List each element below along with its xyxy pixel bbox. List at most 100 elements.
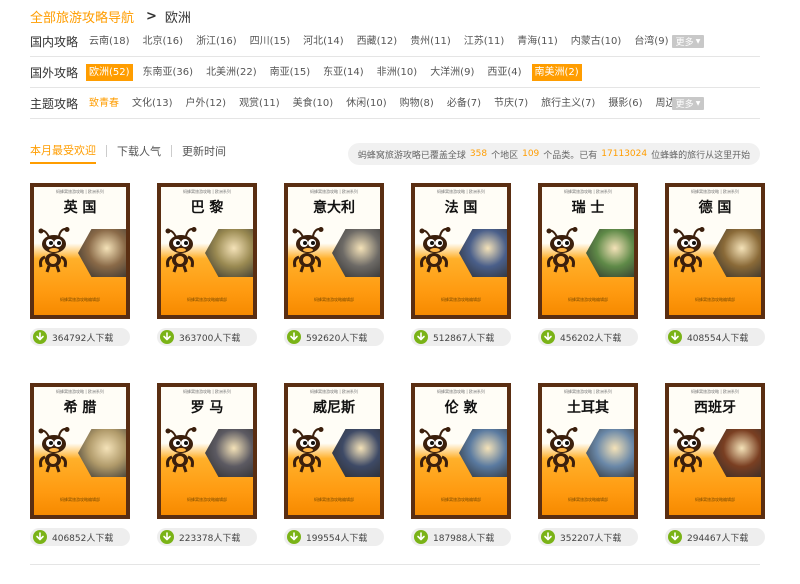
- filter-item[interactable]: 文化(13): [129, 95, 176, 112]
- stats-regions: 358: [469, 149, 488, 159]
- cover-series-label: 蚂蜂窝旅游攻略 | 欧洲系列: [183, 389, 231, 394]
- sort-tabs: 本月最受欢迎 下载人气 更新时间: [30, 142, 226, 164]
- filter-item[interactable]: 节庆(7): [491, 95, 531, 112]
- cover-artwork: 蚂蜂窝旅游攻略 | 欧洲系列 罗 马 蚂蜂窝旅游攻略编辑部: [161, 387, 253, 515]
- cover-artwork: 蚂蜂窝旅游攻略 | 欧洲系列 威尼斯 蚂蜂窝旅游攻略编辑部: [288, 387, 380, 515]
- guide-cover[interactable]: 蚂蜂窝旅游攻略 | 欧洲系列 西班牙 蚂蜂窝旅游攻略编辑部: [665, 383, 765, 519]
- filter-item[interactable]: 云南(18): [86, 33, 133, 50]
- filter-item[interactable]: 必备(7): [444, 95, 484, 112]
- filter-item[interactable]: 西亚(4): [484, 64, 524, 81]
- guide-card: 蚂蜂窝旅游攻略 | 欧洲系列 瑞 士 蚂蜂窝旅游攻略编辑部 456202人下载: [538, 183, 638, 348]
- download-button[interactable]: 512867人下载: [411, 328, 511, 346]
- filter-item[interactable]: 贵州(11): [407, 33, 454, 50]
- breadcrumb-current: 欧洲: [164, 10, 191, 26]
- guide-cover[interactable]: 蚂蜂窝旅游攻略 | 欧洲系列 罗 马 蚂蜂窝旅游攻略编辑部: [157, 383, 257, 519]
- guide-cover[interactable]: 蚂蜂窝旅游攻略 | 欧洲系列 英 国 蚂蜂窝旅游攻略编辑部: [30, 183, 130, 319]
- filter-item[interactable]: 西藏(12): [354, 33, 401, 50]
- guide-cover[interactable]: 蚂蜂窝旅游攻略 | 欧洲系列 巴 黎 蚂蜂窝旅游攻略编辑部: [157, 183, 257, 319]
- filter-row-overseas: 国外攻略 欧洲(52) 东南亚(36) 北美洲(22) 南亚(15) 东亚(14) 非洲(…: [30, 58, 760, 88]
- download-icon: [33, 530, 47, 544]
- download-icon: [668, 530, 682, 544]
- download-count: 223378人下载: [179, 533, 241, 544]
- download-icon: [414, 530, 428, 544]
- filter-item[interactable]: 北美洲(22): [203, 64, 260, 81]
- cover-artwork: 蚂蜂窝旅游攻略 | 欧洲系列 瑞 士 蚂蜂窝旅游攻略编辑部: [542, 187, 634, 315]
- cover-series-label: 蚂蜂窝旅游攻略 | 欧洲系列: [437, 189, 485, 194]
- filter-item[interactable]: 南美洲(2): [531, 64, 582, 81]
- destination-photo: [205, 429, 253, 477]
- cover-artwork: 蚂蜂窝旅游攻略 | 欧洲系列 土耳其 蚂蜂窝旅游攻略编辑部: [542, 387, 634, 515]
- guide-cover[interactable]: 蚂蜂窝旅游攻略 | 欧洲系列 伦 敦 蚂蜂窝旅游攻略编辑部: [411, 383, 511, 519]
- filter-row-domestic: 国内攻略 云南(18) 北京(16) 浙江(16) 四川(15) 河北(14) 西藏(12…: [30, 27, 760, 57]
- filter-item[interactable]: 欧洲(52): [86, 64, 133, 81]
- filter-item[interactable]: 休闲(10): [343, 95, 390, 112]
- guide-cover[interactable]: 蚂蜂窝旅游攻略 | 欧洲系列 威尼斯 蚂蜂窝旅游攻略编辑部: [284, 383, 384, 519]
- tab-download-popularity[interactable]: 下载人气: [117, 143, 161, 163]
- download-icon: [668, 330, 682, 344]
- filter-item[interactable]: 致青春: [86, 95, 122, 112]
- filter-item[interactable]: 台湾(9): [631, 33, 671, 50]
- guide-card: 蚂蜂窝旅游攻略 | 欧洲系列 罗 马 蚂蜂窝旅游攻略编辑部 223378人下载: [157, 383, 257, 548]
- filter-item[interactable]: 摄影(6): [605, 95, 645, 112]
- filter-item[interactable]: 旅行主义(7): [538, 95, 598, 112]
- download-button[interactable]: 187988人下载: [411, 528, 511, 546]
- cover-footer-label: 蚂蜂窝旅游攻略编辑部: [441, 497, 481, 502]
- filter-item[interactable]: 观赏(11): [236, 95, 283, 112]
- guide-title: 西班牙: [694, 400, 736, 416]
- download-button[interactable]: 352207人下载: [538, 528, 638, 546]
- filter-item[interactable]: 大洋洲(9): [427, 64, 477, 81]
- guide-cover[interactable]: 蚂蜂窝旅游攻略 | 欧洲系列 希 腊 蚂蜂窝旅游攻略编辑部: [30, 383, 130, 519]
- download-count: 363700人下载: [179, 333, 241, 344]
- download-button[interactable]: 294467人下载: [665, 528, 765, 546]
- filter-item[interactable]: 青海(11): [514, 33, 561, 50]
- guide-card: 蚂蜂窝旅游攻略 | 欧洲系列 德 国 蚂蜂窝旅游攻略编辑部 408554人下载: [665, 183, 765, 348]
- destination-photo: [713, 229, 761, 277]
- filter-item[interactable]: 购物(8): [397, 95, 437, 112]
- download-button[interactable]: 223378人下载: [157, 528, 257, 546]
- more-button[interactable]: 更多 ▼: [672, 97, 704, 110]
- download-button[interactable]: 456202人下载: [538, 328, 638, 346]
- guide-cover[interactable]: 蚂蜂窝旅游攻略 | 欧洲系列 法 国 蚂蜂窝旅游攻略编辑部: [411, 183, 511, 319]
- guide-cover[interactable]: 蚂蜂窝旅游攻略 | 欧洲系列 德 国 蚂蜂窝旅游攻略编辑部: [665, 183, 765, 319]
- tab-monthly-popular[interactable]: 本月最受欢迎: [30, 142, 96, 164]
- filter-items: 欧洲(52) 东南亚(36) 北美洲(22) 南亚(15) 东亚(14) 非洲(10) 大洋…: [86, 64, 760, 81]
- download-button[interactable]: 363700人下载: [157, 328, 257, 346]
- filter-item[interactable]: 东亚(14): [320, 64, 367, 81]
- guide-card: 蚂蜂窝旅游攻略 | 欧洲系列 法 国 蚂蜂窝旅游攻略编辑部 512867人下载: [411, 183, 511, 348]
- cover-series-label: 蚂蜂窝旅游攻略 | 欧洲系列: [56, 389, 104, 394]
- filter-item[interactable]: 南亚(15): [267, 64, 314, 81]
- filter-label: 国外攻略: [30, 66, 79, 80]
- download-icon: [287, 530, 301, 544]
- filter-item[interactable]: 东南亚(36): [140, 64, 197, 81]
- download-button[interactable]: 592620人下载: [284, 328, 384, 346]
- stats-banner: 蚂蜂窝旅游攻略已覆盖全球 358 个地区 109 个品类。已有 17113024…: [348, 143, 760, 165]
- guide-cover[interactable]: 蚂蜂窝旅游攻略 | 欧洲系列 意大利 蚂蜂窝旅游攻略编辑部: [284, 183, 384, 319]
- guide-card: 蚂蜂窝旅游攻略 | 欧洲系列 意大利 蚂蜂窝旅游攻略编辑部 592620人下载: [284, 183, 384, 348]
- breadcrumb-root-link[interactable]: 全部旅游攻略导航: [30, 7, 134, 26]
- filter-item[interactable]: 浙江(16): [193, 33, 240, 50]
- filter-item[interactable]: 内蒙古(10): [568, 33, 625, 50]
- more-button[interactable]: 更多 ▼: [672, 35, 704, 48]
- divider: [30, 564, 760, 565]
- download-button[interactable]: 406852人下载: [30, 528, 130, 546]
- tab-divider: [171, 145, 172, 157]
- download-button[interactable]: 364792人下载: [30, 328, 130, 346]
- destination-photo: [78, 429, 126, 477]
- filter-item[interactable]: 北京(16): [140, 33, 187, 50]
- filter-item[interactable]: 美食(10): [290, 95, 337, 112]
- cover-footer-label: 蚂蜂窝旅游攻略编辑部: [314, 497, 354, 502]
- destination-photo: [459, 429, 507, 477]
- guide-cover[interactable]: 蚂蜂窝旅游攻略 | 欧洲系列 瑞 士 蚂蜂窝旅游攻略编辑部: [538, 183, 638, 319]
- download-count: 592620人下载: [306, 333, 368, 344]
- tab-update-time[interactable]: 更新时间: [182, 143, 226, 163]
- download-button[interactable]: 199554人下载: [284, 528, 384, 546]
- stats-suffix: 位蜂蜂的旅行从这里开始: [651, 150, 751, 161]
- mascot-icon: [418, 427, 464, 473]
- filter-item[interactable]: 户外(12): [183, 95, 230, 112]
- filter-item[interactable]: 江苏(11): [461, 33, 508, 50]
- download-button[interactable]: 408554人下载: [665, 328, 765, 346]
- guide-cover[interactable]: 蚂蜂窝旅游攻略 | 欧洲系列 土耳其 蚂蜂窝旅游攻略编辑部: [538, 383, 638, 519]
- filter-item[interactable]: 非洲(10): [374, 64, 421, 81]
- filter-item[interactable]: 四川(15): [247, 33, 294, 50]
- filter-item[interactable]: 河北(14): [300, 33, 347, 50]
